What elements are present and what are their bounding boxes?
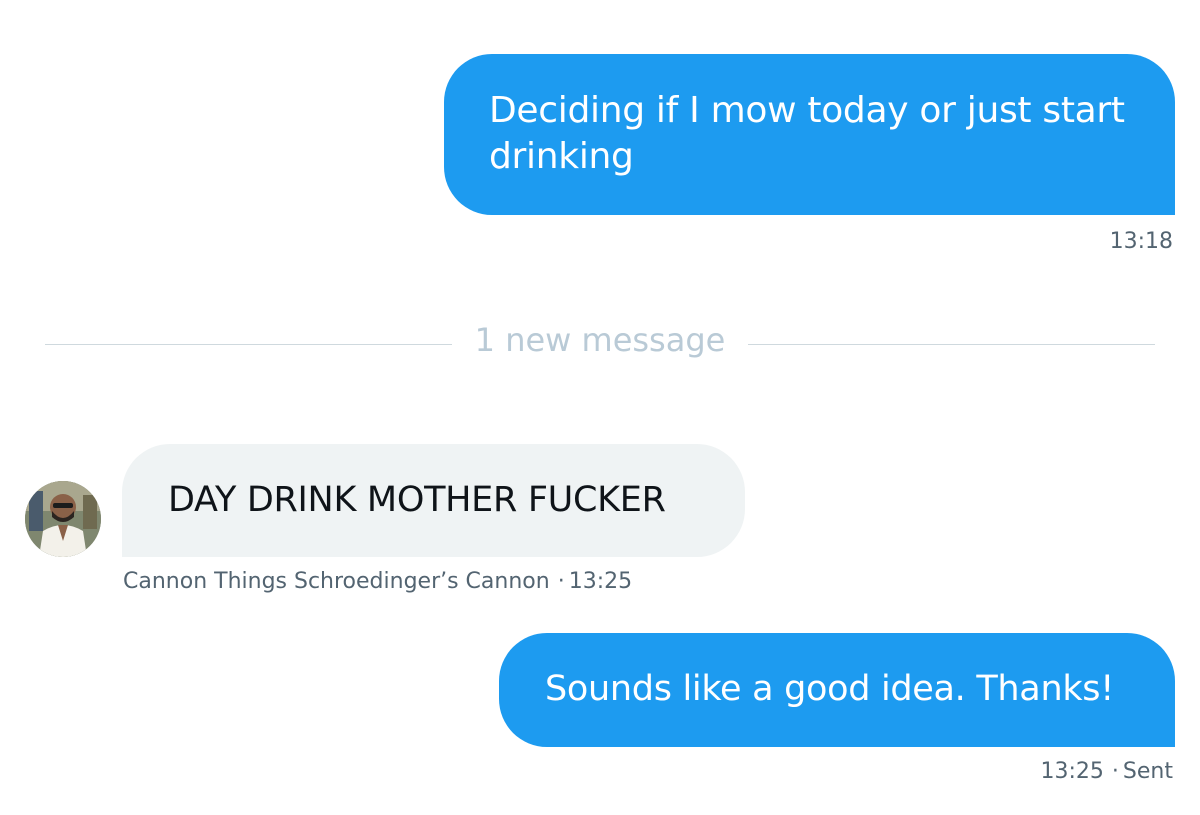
new-messages-divider: 1 new message [45, 318, 1155, 364]
timestamp-text: 13:25 [568, 569, 633, 594]
message-text: DAY DRINK MOTHER FUCKER [168, 480, 666, 520]
separator-dot: · [1111, 759, 1119, 784]
divider-label: 1 new message [474, 321, 726, 359]
outgoing-message-bubble[interactable]: Sounds like a good idea. Thanks! [499, 633, 1175, 747]
dm-conversation: Deciding if I mow today or just start dr… [0, 0, 1200, 815]
sender-name[interactable]: Cannon Things Schroedinger’s Cannon [123, 569, 550, 594]
outgoing-message-bubble[interactable]: Deciding if I mow today or just start dr… [444, 54, 1175, 215]
timestamp-text: 13:18 [1109, 229, 1173, 254]
message-sender-meta: Cannon Things Schroedinger’s Cannon · 13:2… [123, 568, 632, 596]
divider-line-right [748, 344, 1155, 345]
message-timestamp: 13:18 [1110, 228, 1173, 256]
delivery-status: Sent [1122, 759, 1173, 784]
message-text: Sounds like a good idea. Thanks! [545, 669, 1114, 709]
separator-dot: · [557, 569, 565, 594]
avatar-photo-icon [25, 481, 101, 557]
sender-avatar[interactable] [25, 481, 101, 557]
message-text: Deciding if I mow today or just start dr… [489, 90, 1125, 177]
message-status-meta: 13:25 · Sent [1041, 758, 1173, 786]
incoming-message-bubble[interactable]: DAY DRINK MOTHER FUCKER [122, 444, 745, 557]
timestamp-text: 13:25 [1040, 759, 1104, 784]
divider-line-left [45, 344, 452, 345]
